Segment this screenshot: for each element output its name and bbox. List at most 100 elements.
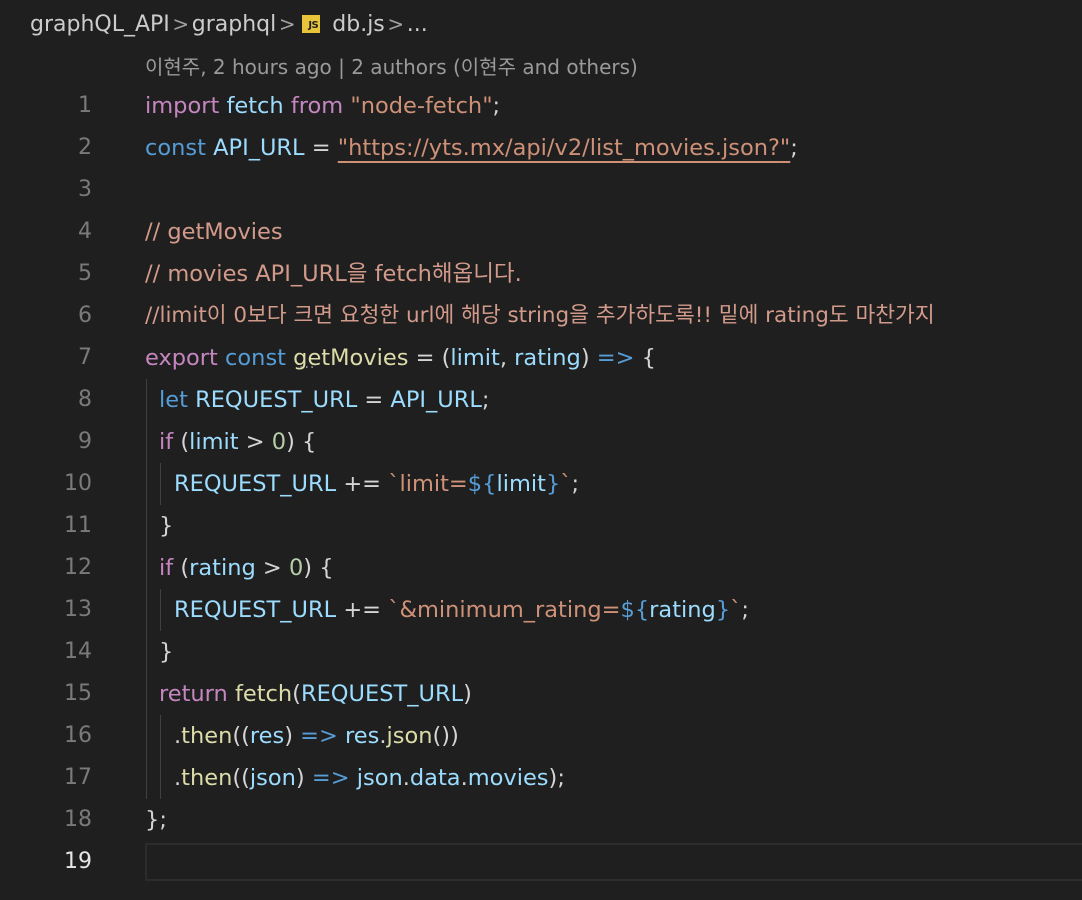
javascript-file-icon: JS — [302, 15, 321, 33]
code-line-2[interactable]: const API_URL = "https://yts.mx/api/v2/l… — [145, 127, 798, 169]
identifier: API_URL — [213, 135, 305, 161]
line-number: 3 — [78, 177, 92, 202]
keyword: import — [145, 93, 220, 119]
number-literal: 0 — [271, 429, 287, 455]
punctuation: (( — [232, 765, 250, 791]
chevron-right-icon: > — [172, 12, 190, 36]
code-line-1[interactable]: import fetch from "node-fetch"; — [145, 85, 500, 127]
code-line-6[interactable]: //limit이 0보다 크면 요청한 url에 해당 string을 추가하도… — [145, 295, 935, 337]
keyword: return — [159, 681, 228, 707]
punctuation: ) { — [303, 555, 334, 581]
punctuation: ) { — [286, 429, 317, 455]
url-link[interactable]: https://yts.mx/api/v2/list_movies.json? — [348, 135, 780, 161]
line-number: 18 — [64, 807, 92, 832]
code-line-12[interactable]: if (rating > 0) { — [159, 547, 334, 589]
code-line-9[interactable]: if (limit > 0) { — [159, 421, 316, 463]
code-line-5[interactable]: // movies API_URL을 fetch해옵니다. — [145, 253, 522, 295]
indent-guide — [146, 379, 147, 799]
breadcrumb-folder-graphql[interactable]: graphql — [192, 12, 276, 37]
punctuation: ; — [492, 93, 501, 119]
identifier: rating — [649, 597, 716, 623]
parameter: rating — [514, 345, 581, 371]
string-quote: " — [337, 135, 349, 161]
punctuation: ) — [295, 765, 312, 791]
code-line-4[interactable]: // getMovies — [145, 211, 283, 253]
operator: = ( — [408, 345, 451, 371]
chevron-right-icon: > — [278, 12, 296, 36]
line-number: 10 — [64, 471, 92, 496]
breadcrumb-symbols[interactable]: ... — [407, 12, 428, 37]
breadcrumb-folder-graphql-api[interactable]: graphQL_API — [30, 12, 170, 37]
code-line-10[interactable]: REQUEST_URL += `limit=${limit}`; — [174, 463, 579, 505]
punctuation: . — [460, 765, 468, 791]
keyword: const — [225, 345, 286, 371]
code-line-16[interactable]: .then((res) => res.json()) — [174, 715, 459, 757]
template-string: `limit= — [388, 471, 468, 497]
git-blame-annotation[interactable]: 이현주, 2 hours ago | 2 authors (이현주 and ot… — [145, 52, 638, 82]
operator: += — [336, 471, 389, 497]
keyword: if — [159, 555, 174, 581]
template-expression-open: ${ — [620, 597, 650, 623]
line-number: 11 — [64, 513, 92, 538]
string-literal: "node-fetch" — [350, 93, 493, 119]
code-line-11[interactable]: } — [159, 505, 173, 547]
identifier: limit — [496, 471, 546, 497]
property: data — [409, 765, 461, 791]
breadcrumb: graphQL_API > graphql > JS db.js > ... — [30, 0, 428, 48]
code-line-13[interactable]: REQUEST_URL += `&minimum_rating=${rating… — [174, 589, 749, 631]
template-string: ` — [560, 471, 572, 497]
parameter: res — [249, 723, 285, 749]
punctuation: ( — [173, 555, 190, 581]
punctuation: ; — [481, 387, 490, 413]
parameter: json — [249, 765, 296, 791]
line-number: 16 — [64, 723, 92, 748]
indent-guide — [160, 715, 161, 799]
indent-guide — [160, 589, 161, 631]
punctuation: . — [402, 765, 410, 791]
method-name: then — [181, 765, 233, 791]
template-expression-open: ${ — [467, 471, 497, 497]
line-number: 14 — [64, 639, 92, 664]
chevron-right-icon: > — [387, 12, 405, 36]
code-line-7[interactable]: export const getMovies = (limit, rating)… — [145, 337, 656, 379]
code-line-17[interactable]: .then((json) => json.data.movies); — [174, 757, 565, 799]
punctuation: . — [379, 723, 387, 749]
code-line-15[interactable]: return fetch(REQUEST_URL) — [159, 673, 472, 715]
punctuation: ()) — [432, 723, 459, 749]
identifier: rating — [189, 555, 256, 581]
template-string: ` — [730, 597, 742, 623]
line-number: 1 — [78, 93, 92, 118]
punctuation: ); — [548, 765, 565, 791]
line-number-active: 19 — [64, 849, 92, 874]
punctuation: ) — [580, 345, 597, 371]
number-literal: 0 — [288, 555, 304, 581]
line-number: 4 — [78, 219, 92, 244]
method-name: then — [181, 723, 233, 749]
punctuation: ( — [173, 429, 190, 455]
line-number: 7 — [78, 345, 92, 370]
code-line-8[interactable]: let REQUEST_URL = API_URL; — [159, 379, 490, 421]
identifier: REQUEST_URL — [195, 387, 358, 413]
punctuation: ; — [790, 135, 798, 161]
arrow-operator: => — [596, 345, 635, 371]
code-editor[interactable]: graphQL_API > graphql > JS db.js > ... 이… — [0, 0, 1082, 900]
punctuation: (( — [232, 723, 250, 749]
arrow-operator: => — [300, 723, 338, 749]
code-line-18[interactable]: }; — [145, 799, 167, 841]
line-number: 8 — [78, 387, 92, 412]
template-string: `&minimum_rating= — [388, 597, 621, 623]
line-number: 9 — [78, 429, 92, 454]
indent-guide — [160, 463, 161, 505]
property: movies — [467, 765, 549, 791]
parameter: limit — [450, 345, 500, 371]
identifier: REQUEST_URL — [300, 681, 464, 707]
operator: = — [304, 135, 338, 161]
breadcrumb-file-db-js[interactable]: db.js — [332, 12, 385, 37]
method-name: json — [386, 723, 433, 749]
code-line-14[interactable]: } — [159, 631, 173, 673]
